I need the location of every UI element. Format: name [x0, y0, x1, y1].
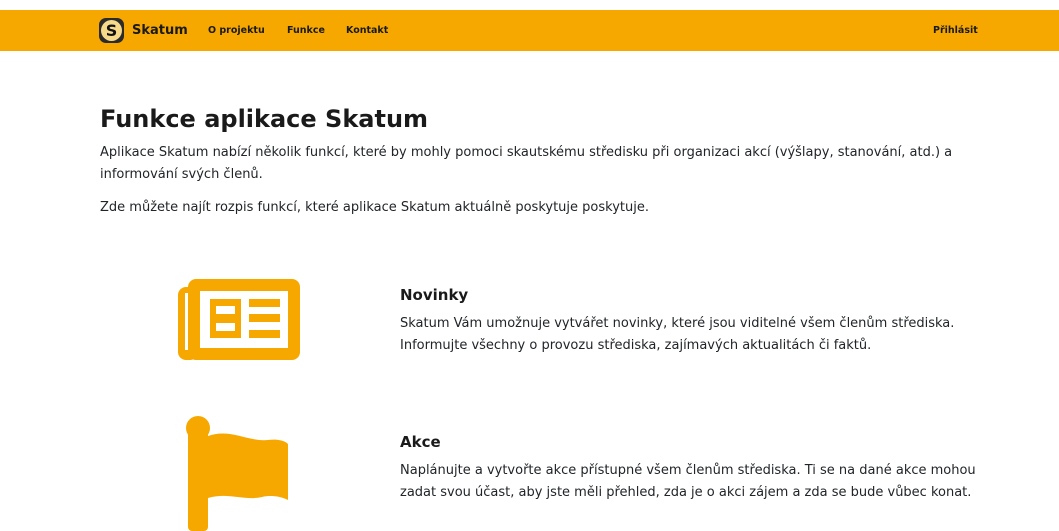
top-navbar: S Skatum O projektu Funkce Kontakt Přihl…	[0, 10, 1059, 51]
nav-link-funkce[interactable]: Funkce	[287, 10, 325, 51]
logo-letter: S	[101, 20, 122, 41]
newspaper-icon	[178, 279, 300, 360]
nav-link-o-projektu[interactable]: O projektu	[208, 10, 265, 51]
flag-icon	[186, 416, 288, 531]
feature-text-novinky: Skatum Vám umožnuje vytvářet novinky, kt…	[400, 316, 955, 353]
intro-paragraph: Aplikace Skatum nabízí několik funkcí, k…	[100, 145, 953, 182]
feature-title-akce: Akce	[400, 433, 441, 451]
feature-title-novinky: Novinky	[400, 286, 469, 304]
intro-paragraph-2: Zde můžete najít rozpis funkcí, které ap…	[100, 200, 649, 215]
skatum-logo-icon: S	[99, 18, 124, 43]
nav-link-kontakt[interactable]: Kontakt	[346, 10, 388, 51]
brand-name: Skatum	[132, 23, 188, 38]
brand-link[interactable]: S Skatum	[99, 18, 188, 43]
login-link[interactable]: Přihlásit	[933, 10, 978, 51]
feature-text-akce: Naplánujte a vytvořte akce přístupné vše…	[400, 463, 976, 500]
page-title: Funkce aplikace Skatum	[100, 105, 429, 133]
